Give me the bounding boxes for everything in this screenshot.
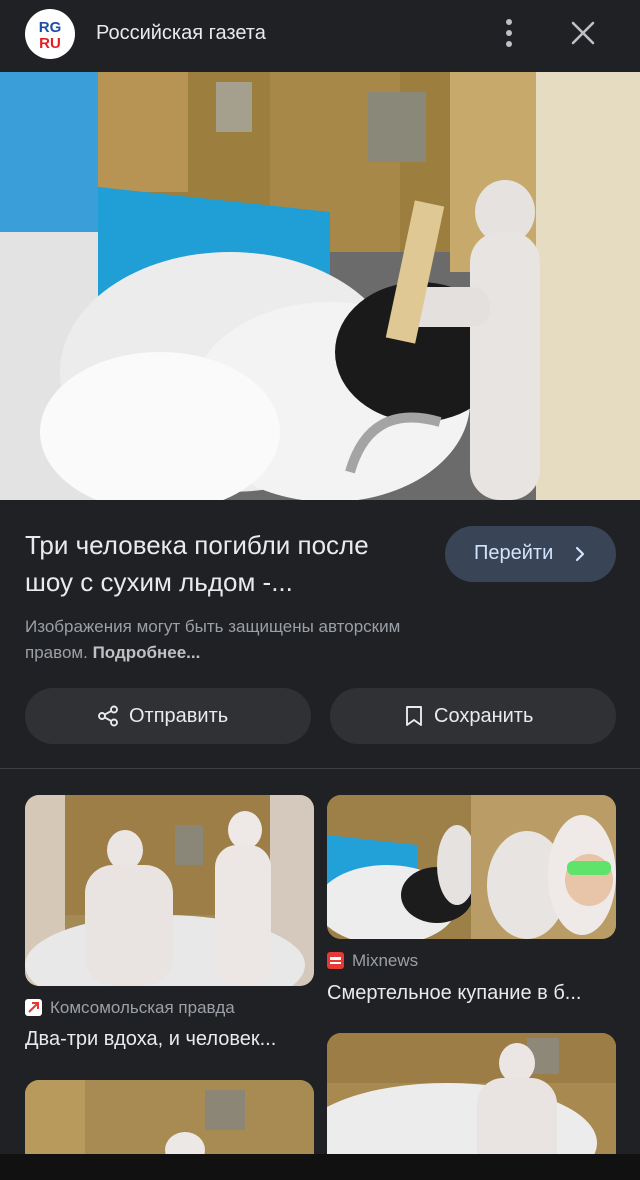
result-title[interactable]: Три человека погибли после шоу с сухим л… xyxy=(25,527,425,601)
more-options-icon[interactable] xyxy=(496,16,522,50)
close-icon[interactable] xyxy=(566,16,600,50)
chevron-right-icon xyxy=(575,546,585,562)
mixnews-favicon-icon xyxy=(327,952,344,969)
result-title-line-1: Три человека погибли после xyxy=(25,530,369,560)
related-image[interactable] xyxy=(25,795,314,986)
divider xyxy=(0,768,640,769)
related-photo-2 xyxy=(327,795,616,939)
related-photo-1 xyxy=(25,795,314,986)
visit-button-label: Перейти xyxy=(474,542,554,564)
save-label: Сохранить xyxy=(434,705,534,727)
related-source-name: Mixnews xyxy=(352,951,419,970)
rg-logo-icon: RG RU xyxy=(39,19,62,52)
share-icon xyxy=(98,705,118,727)
related-source[interactable]: Комсомольская правда xyxy=(25,998,314,1018)
bookmark-icon xyxy=(406,706,422,726)
svg-text:RG: RG xyxy=(39,19,62,36)
related-title[interactable]: Смертельное купание в б... xyxy=(327,982,616,1005)
related-source[interactable]: Mixnews xyxy=(327,951,616,971)
related-title[interactable]: Два-три вдоха, и человек... xyxy=(25,1028,314,1051)
hero-photo xyxy=(0,72,640,500)
system-navigation-bar xyxy=(0,1154,640,1180)
top-bar: RG RU Российская газета xyxy=(0,0,640,72)
share-label: Отправить xyxy=(129,705,229,727)
svg-text:RU: RU xyxy=(39,35,61,52)
copyright-text: Изображения могут быть защищены авторски… xyxy=(25,617,401,662)
source-logo[interactable]: RG RU xyxy=(25,9,75,59)
source-name[interactable]: Российская газета xyxy=(96,22,266,45)
visit-button[interactable]: Перейти xyxy=(445,526,616,582)
save-button[interactable]: Сохранить xyxy=(330,688,616,744)
main-image[interactable] xyxy=(0,72,640,500)
kp-favicon-icon xyxy=(25,999,42,1016)
copyright-notice: Изображения могут быть защищены авторски… xyxy=(25,614,465,666)
learn-more-link[interactable]: Подробнее... xyxy=(93,643,201,662)
related-image[interactable] xyxy=(327,795,616,939)
share-button[interactable]: Отправить xyxy=(25,688,311,744)
related-source-name: Комсомольская правда xyxy=(50,998,235,1017)
result-title-line-2: шоу с сухим льдом -... xyxy=(25,567,293,597)
